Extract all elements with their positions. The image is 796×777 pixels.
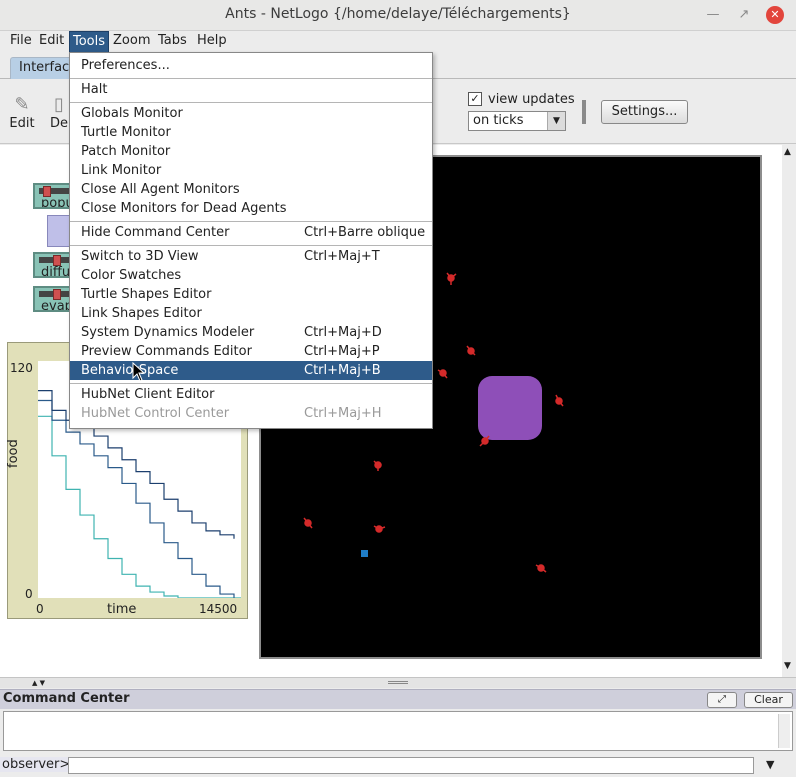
output-scrollbar[interactable] (778, 714, 790, 748)
menu-item-close-dead-monitors[interactable]: Close Monitors for Dead Agents (70, 199, 432, 218)
settings-button[interactable]: Settings... (601, 100, 688, 124)
plot-xlabel: time (107, 602, 137, 617)
menu-help[interactable]: Help (194, 31, 230, 53)
edit-button-label: Edit (9, 116, 35, 131)
ant (373, 525, 386, 533)
splitter[interactable]: ▲ ▼ (0, 677, 796, 688)
menu-tabs[interactable]: Tabs (155, 31, 190, 53)
menu-item-turtle-shapes-editor[interactable]: Turtle Shapes Editor (70, 285, 432, 304)
edit-button[interactable]: ✎ Edit (6, 94, 38, 131)
ant (373, 460, 382, 471)
food-pile (361, 550, 368, 557)
menu-bar: File Edit Tools Zoom Tabs Help (0, 31, 796, 53)
menu-item-halt[interactable]: Halt (70, 80, 432, 99)
cursor-icon (132, 362, 146, 382)
menu-edit[interactable]: Edit (36, 31, 67, 53)
menu-item-behaviorspace[interactable]: BehaviorSpace Ctrl+Maj+B (70, 361, 432, 380)
title-bar: Ants - NetLogo {/home/delaye/Téléchargem… (0, 0, 796, 31)
menu-tools[interactable]: Tools (69, 31, 110, 53)
menu-item-patch-monitor[interactable]: Patch Monitor (70, 142, 432, 161)
agent-type-label[interactable]: observer> (0, 757, 73, 772)
plot-ymax-label: 120 (10, 361, 33, 375)
menu-item-color-swatches[interactable]: Color Swatches (70, 266, 432, 285)
toolbar-separator (582, 100, 586, 124)
command-center-title: Command Center (3, 691, 130, 706)
plot-series-line-0 (38, 415, 241, 599)
update-mode-select[interactable]: on ticks ▼ (468, 111, 566, 131)
delete-button-label: De (49, 116, 68, 131)
nest (478, 376, 542, 440)
delete-icon: ▯ (54, 94, 64, 115)
command-input-row: observer> ▼ (0, 755, 796, 777)
command-output[interactable] (3, 711, 793, 751)
ant (479, 435, 490, 447)
command-center-header: Command Center ⤢ Clear (0, 689, 796, 709)
menu-item-preview-commands-editor[interactable]: Preview Commands Editor Ctrl+Maj+P (70, 342, 432, 361)
plot-series-line-1 (38, 399, 235, 598)
plot-ymin-label: 0 (25, 587, 33, 601)
menu-item-3d-view[interactable]: Switch to 3D View Ctrl+Maj+T (70, 247, 432, 266)
expand-icon[interactable]: ⤢ (707, 692, 737, 708)
menu-item-hubnet-control-center: HubNet Control Center Ctrl+Maj+H (81, 406, 382, 421)
update-mode-value: on ticks (473, 113, 524, 128)
menu-item-link-monitor[interactable]: Link Monitor (70, 161, 432, 180)
minimize-icon[interactable]: — (704, 6, 722, 24)
maximize-icon[interactable]: ↗ (735, 6, 753, 24)
view-updates-label: view updates (488, 92, 575, 107)
vertical-scrollbar[interactable]: ▲ ▼ (782, 145, 796, 677)
pencil-icon: ✎ (14, 94, 30, 115)
plot-ylabel: food (6, 439, 21, 468)
command-input[interactable] (68, 757, 754, 774)
view-updates-checkbox[interactable]: ✓ (468, 92, 482, 106)
close-icon[interactable]: ✕ (766, 6, 784, 24)
ant (555, 394, 564, 407)
menu-item-globals-monitor[interactable]: Globals Monitor (70, 104, 432, 123)
menu-file[interactable]: File (7, 31, 35, 53)
ant (535, 564, 547, 573)
menu-item-hubnet-client-editor[interactable]: HubNet Client Editor (70, 385, 432, 404)
scroll-up-icon[interactable]: ▲ (784, 147, 791, 157)
menu-item-close-all-monitors[interactable]: Close All Agent Monitors (70, 180, 432, 199)
menu-item-turtle-monitor[interactable]: Turtle Monitor (70, 123, 432, 142)
ant (466, 345, 476, 356)
slider-label: diffu (41, 265, 71, 278)
menu-item-system-dynamics-modeler[interactable]: System Dynamics Modeler Ctrl+Maj+D (70, 323, 432, 342)
ant (446, 272, 457, 285)
plot-xmax-label: 14500 (199, 602, 238, 616)
grip-icon[interactable] (388, 681, 408, 684)
menu-item-hide-command-center[interactable]: Hide Command Center Ctrl+Barre oblique (70, 223, 432, 242)
window-title: Ants - NetLogo {/home/delaye/Téléchargem… (225, 6, 571, 22)
menu-item-preferences[interactable]: Preferences... (70, 56, 432, 75)
scroll-down-icon[interactable]: ▼ (784, 661, 791, 671)
ant (437, 369, 448, 379)
splitter-arrows-icon[interactable]: ▲ ▼ (32, 679, 45, 687)
menu-item-link-shapes-editor[interactable]: Link Shapes Editor (70, 304, 432, 323)
menu-zoom[interactable]: Zoom (110, 31, 153, 53)
chevron-down-icon[interactable]: ▼ (766, 758, 774, 771)
delete-button[interactable]: ▯ De (48, 94, 70, 131)
clear-button[interactable]: Clear (744, 692, 793, 708)
plot-xmin-label: 0 (36, 602, 44, 616)
chevron-down-icon: ▼ (547, 112, 565, 130)
ant (303, 517, 313, 529)
tools-menu: Preferences... Halt Globals Monitor Turt… (69, 52, 433, 429)
